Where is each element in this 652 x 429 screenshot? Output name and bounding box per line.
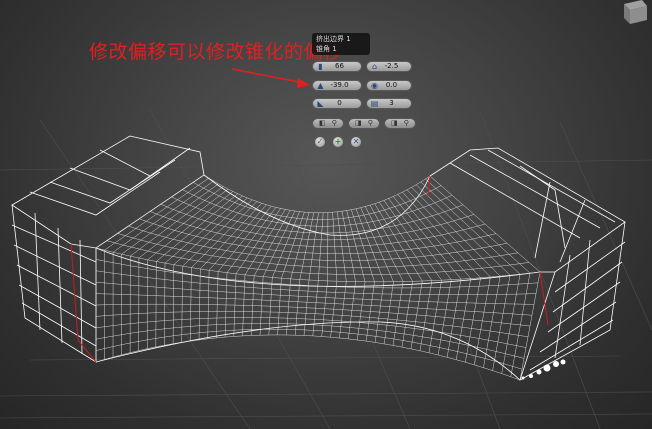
wire-line — [383, 200, 442, 353]
wire-line — [365, 206, 404, 346]
wire-line — [330, 212, 338, 338]
cancel-button[interactable]: ✕ — [350, 136, 362, 148]
wire-line — [147, 191, 234, 349]
wire-line — [207, 204, 267, 339]
wire-line — [149, 211, 486, 247]
segments-field[interactable]: ▮ 66 — [312, 61, 362, 72]
wire-line — [106, 240, 530, 275]
segments-icon: ▮ — [318, 62, 323, 71]
smooth-field[interactable]: ◣ 0 — [312, 98, 362, 109]
pick-edge1-button[interactable]: ◧ ⚲ — [312, 118, 344, 129]
pick-edge1-secondary-icon: ⚲ — [331, 119, 337, 127]
wire-line — [95, 247, 541, 283]
smooth-value: 0 — [337, 99, 342, 107]
wire-line — [277, 212, 305, 335]
saddle-bottom-edge — [95, 321, 521, 381]
ok-button[interactable]: ✓ — [314, 136, 326, 148]
pick-edge1-icon: ◧ — [319, 119, 326, 127]
wire-line — [360, 207, 394, 344]
wire-line — [251, 210, 291, 336]
viewcube[interactable] — [620, 0, 648, 24]
wire-line — [233, 208, 281, 337]
annotation-text: 修改偏移可以修改锥化的偏移 — [89, 41, 343, 63]
taper-amount-value: -2.5 — [384, 62, 399, 70]
pick-edge2-secondary-icon: ⚲ — [367, 119, 373, 127]
caddy-title-line2: 锥角 1 — [316, 45, 337, 53]
check-icon: ✓ — [316, 137, 324, 146]
pick-edge2-button[interactable]: ◨ ⚲ — [348, 118, 380, 129]
perspective-viewport[interactable]: 修改偏移可以修改锥化的偏移 挤出边界 1 锥角 1 ▮ 66 ⌂ -2.5 ▲ … — [0, 0, 652, 429]
group-icon: ▤ — [370, 99, 379, 108]
wire-line — [104, 177, 209, 360]
wire-line — [117, 233, 519, 268]
wire-line — [337, 211, 347, 339]
pick-edge2-icon: ◨ — [355, 119, 362, 127]
wire-line — [172, 197, 248, 344]
plus-icon: + — [334, 137, 342, 146]
wire-line — [95, 303, 531, 327]
wire-line — [429, 175, 541, 381]
twist-icon: ◉ — [371, 81, 378, 90]
mesh-vertices-selected — [521, 359, 566, 380]
wire-line — [312, 212, 324, 336]
group-value: 3 — [389, 99, 394, 107]
taper-amount-field[interactable]: ⌂ -2.5 — [366, 61, 412, 72]
left-block-outline — [11, 135, 205, 249]
right-block-outline — [429, 147, 626, 273]
taper-amount-icon: ⌂ — [371, 62, 378, 71]
pick-edge3-secondary-icon: ⚲ — [403, 119, 409, 127]
mesh-wireframe[interactable] — [11, 135, 626, 381]
caddy-title-line1: 挤出边界 1 — [316, 35, 351, 43]
wire-line — [121, 183, 219, 355]
caddy-title[interactable]: 挤出边界 1 锥角 1 — [312, 33, 370, 55]
taper-offset-field[interactable]: ▲ -39.0 — [312, 80, 362, 91]
smooth-icon: ◣ — [317, 99, 324, 108]
pick-edge3-button[interactable]: ◨ ⚲ — [384, 118, 416, 129]
bridge-caddy: 挤出边界 1 锥角 1 ▮ 66 ⌂ -2.5 ▲ -39.0 ◉ 0.0 ◣ … — [306, 30, 422, 156]
taper-offset-icon: ▲ — [317, 81, 324, 90]
wire-line — [341, 211, 356, 339]
wire-line — [95, 317, 527, 348]
mesh-dense-wires — [95, 174, 541, 381]
twist-field[interactable]: ◉ 0.0 — [366, 80, 412, 91]
group-field[interactable]: ▤ 3 — [366, 98, 412, 109]
cancel-icon: ✕ — [352, 137, 360, 146]
annotation-arrow — [231, 68, 310, 88]
pick-edge3-icon: ◨ — [391, 119, 398, 127]
wire-line — [203, 174, 431, 214]
segments-value: 66 — [335, 62, 344, 70]
taper-offset-value: -39.0 — [330, 81, 349, 89]
wire-line — [164, 195, 243, 346]
wire-line — [351, 209, 375, 342]
wire-line — [268, 211, 300, 336]
twist-value: 0.0 — [385, 81, 398, 89]
wire-line — [95, 323, 525, 359]
wire-line — [393, 196, 462, 358]
apply-button[interactable]: + — [332, 136, 344, 148]
wire-line — [346, 210, 366, 341]
viewcube-icon — [624, 0, 647, 24]
